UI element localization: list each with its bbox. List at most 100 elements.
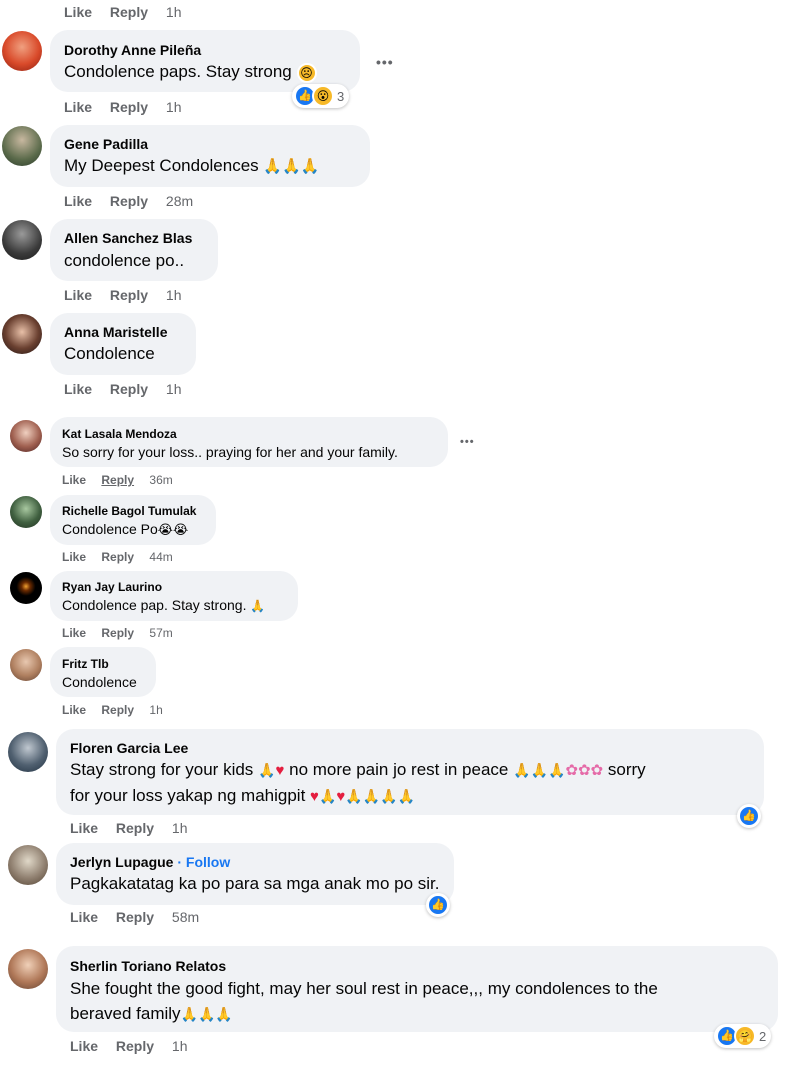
avatar[interactable]	[2, 31, 42, 71]
comment-actions: Like Reply 1h	[70, 820, 188, 836]
comment-actions: Like Reply 36m	[62, 473, 173, 487]
reply-link[interactable]: Reply	[101, 550, 134, 564]
comment-actions: Like Reply 28m	[64, 193, 193, 209]
like-link[interactable]: Like	[64, 193, 92, 209]
comment-bubble	[50, 219, 218, 281]
comment-actions: Like Reply 58m	[70, 909, 199, 925]
like-reaction-icon: 👍	[427, 894, 449, 916]
reaction-count: 2	[759, 1028, 767, 1044]
comment-time: 28m	[165, 193, 194, 209]
flower-icon: ✿✿✿	[565, 762, 604, 779]
comment-text: Condolence	[62, 674, 137, 690]
comment-actions: Like Reply 1h	[70, 1038, 188, 1054]
comment-text: Condolence Po😭😭	[62, 521, 189, 537]
comment-text: Condolence paps. Stay strong ☹	[64, 62, 317, 83]
reaction-summary[interactable]: 👍 🤗 2	[714, 1024, 772, 1048]
comment-time: 1h	[165, 381, 182, 397]
comment-actions: Like Reply 57m	[62, 626, 173, 640]
avatar[interactable]	[10, 572, 42, 604]
comment-text-line-1: Stay strong for your kids 🙏♥ no more pai…	[70, 760, 646, 779]
praying-hands-icon: 🙏🙏🙏🙏	[345, 788, 416, 804]
follow-link[interactable]: · Follow	[177, 854, 230, 870]
like-link[interactable]: Like	[62, 626, 86, 640]
care-reaction-icon: 🤗	[734, 1025, 756, 1047]
avatar[interactable]	[8, 845, 48, 885]
wow-reaction-icon: 😮	[312, 85, 334, 107]
commenter-name[interactable]: Anna Maristelle	[64, 324, 167, 340]
like-reaction-icon: 👍	[738, 805, 760, 827]
comment-actions: Like Reply 1h	[64, 4, 182, 20]
comment-text: Pagkakatatag ka po para sa mga anak mo p…	[70, 874, 440, 893]
like-link[interactable]: Like	[64, 4, 92, 20]
reaction-summary[interactable]: 👍 😮 3	[292, 84, 350, 108]
commenter-name-link[interactable]: Jerlyn Lupague	[70, 854, 173, 870]
comment-text-line-2: beraved family🙏🙏🙏	[70, 1004, 233, 1023]
like-link[interactable]: Like	[64, 99, 92, 115]
reply-link[interactable]: Reply	[116, 820, 154, 836]
reply-link[interactable]: Reply	[110, 99, 148, 115]
commenter-name[interactable]: Allen Sanchez Blas	[64, 230, 192, 246]
reply-link[interactable]: Reply	[116, 1038, 154, 1054]
comment-text: So sorry for your loss.. praying for her…	[62, 444, 398, 460]
reply-link[interactable]: Reply	[110, 4, 148, 20]
like-link[interactable]: Like	[64, 381, 92, 397]
reply-link[interactable]: Reply	[110, 381, 148, 397]
avatar[interactable]	[8, 949, 48, 989]
reply-link[interactable]: Reply	[110, 287, 148, 303]
more-options-icon[interactable]: •••	[460, 436, 475, 448]
reply-link[interactable]: Reply	[101, 626, 134, 640]
like-link[interactable]: Like	[62, 473, 86, 487]
comment-text: My Deepest Condolences 🙏🙏🙏	[64, 156, 320, 175]
avatar[interactable]	[2, 314, 42, 354]
avatar[interactable]	[10, 420, 42, 452]
commenter-name[interactable]: Richelle Bagol Tumulak	[62, 504, 196, 518]
like-link[interactable]: Like	[70, 820, 98, 836]
like-link[interactable]: Like	[62, 703, 86, 717]
commenter-name[interactable]: Fritz Tlb	[62, 657, 109, 671]
like-link[interactable]: Like	[70, 909, 98, 925]
like-link[interactable]: Like	[70, 1038, 98, 1054]
comment-text-line-2: for your loss yakap ng mahigpit ♥🙏♥🙏🙏🙏🙏	[70, 786, 416, 805]
praying-hands-icon: 🙏🙏🙏	[180, 1006, 233, 1022]
comment-actions: Like Reply 1h	[62, 703, 163, 717]
reply-link[interactable]: Reply	[110, 193, 148, 209]
praying-hands-icon: 🙏🙏🙏	[513, 762, 566, 778]
avatar[interactable]	[2, 126, 42, 166]
comment-time: 57m	[149, 626, 173, 640]
avatar[interactable]	[8, 732, 48, 772]
more-options-icon[interactable]: •••	[376, 54, 394, 70]
comment-bubble	[50, 571, 298, 621]
comment-text: Condolence pap. Stay strong. 🙏	[62, 597, 266, 613]
commenter-name[interactable]: Sherlin Toriano Relatos	[70, 958, 226, 974]
reaction-count: 3	[337, 88, 345, 104]
commenter-name[interactable]: Gene Padilla	[64, 136, 148, 152]
avatar[interactable]	[2, 220, 42, 260]
like-link[interactable]: Like	[64, 287, 92, 303]
comment-actions: Like Reply 1h	[64, 99, 182, 115]
sad-emoji-icon: ☹	[296, 63, 317, 83]
comment-text: condolence po..	[64, 251, 185, 270]
reaction-summary[interactable]: 👍	[737, 804, 761, 828]
commenter-name[interactable]: Ryan Jay Laurino	[62, 580, 162, 594]
comment-actions: Like Reply 1h	[64, 287, 182, 303]
avatar[interactable]	[10, 649, 42, 681]
comment-actions: Like Reply 44m	[62, 550, 173, 564]
reply-link[interactable]: Reply	[101, 703, 134, 717]
commenter-name[interactable]: Floren Garcia Lee	[70, 740, 188, 756]
reaction-summary[interactable]: 👍	[426, 893, 450, 917]
commenter-name[interactable]: Kat Lasala Mendoza	[62, 427, 177, 441]
comment-time: 44m	[149, 550, 173, 564]
comment-actions: Like Reply 1h	[64, 381, 182, 397]
reply-link[interactable]: Reply	[101, 473, 134, 487]
praying-hands-icon: 🙏	[258, 762, 276, 778]
comment-time: 1h	[149, 703, 163, 717]
commenter-name: Jerlyn Lupague · Follow	[70, 854, 230, 870]
commenter-name[interactable]: Dorothy Anne Pileña	[64, 42, 201, 58]
like-link[interactable]: Like	[62, 550, 86, 564]
reply-link[interactable]: Reply	[116, 909, 154, 925]
comment-time: 36m	[149, 473, 173, 487]
praying-hands-icon: 🙏🙏🙏	[263, 158, 320, 175]
heart-icon: ♥	[275, 762, 285, 779]
comment-time: 1h	[171, 1038, 188, 1054]
avatar[interactable]	[10, 496, 42, 528]
